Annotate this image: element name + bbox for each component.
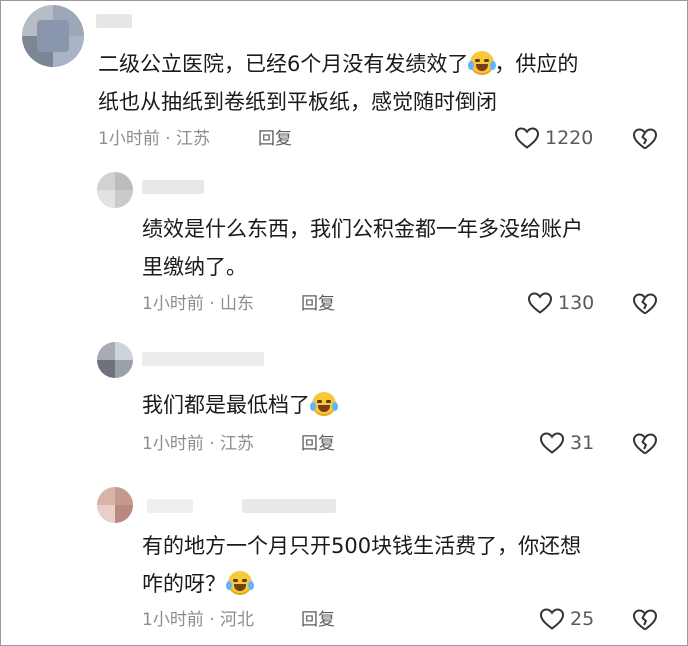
- meta-separator: ·: [203, 610, 221, 630]
- comment-text: 二级公立医院，已经6个月没有发绩效了 ，供应的 纸也从抽纸到卷纸到平板纸，感觉随时…: [98, 45, 578, 121]
- comment-text-line: 绩效是什么东西，我们公积金都一年多没给账户: [142, 217, 583, 241]
- heart-outline-icon: [539, 608, 565, 630]
- comment-time: 1小时前: [142, 610, 204, 630]
- comment-text-line: 二级公立医院，已经6个月没有发绩效了: [98, 52, 469, 76]
- comment-text-line: 里缴纳了。: [142, 255, 247, 279]
- meta-separator: ·: [203, 434, 221, 454]
- like-button[interactable]: 25: [539, 607, 594, 631]
- like-count: 130: [558, 292, 595, 314]
- avatar[interactable]: [97, 487, 133, 523]
- username-blurred[interactable]: [142, 180, 204, 194]
- like-count: 31: [570, 432, 595, 454]
- username-blurred[interactable]: [96, 14, 132, 28]
- crying-laughing-emoji-icon: [310, 392, 338, 416]
- broken-heart-icon[interactable]: [632, 127, 658, 151]
- comment-time: 1小时前: [142, 434, 204, 454]
- comment-location: 山东: [220, 294, 255, 314]
- comment-text-line: 有的地方一个月只开500块钱生活费了，你还想: [142, 534, 582, 558]
- reply-button[interactable]: 回复: [301, 432, 335, 456]
- heart-outline-icon: [527, 292, 553, 314]
- reply-button[interactable]: 回复: [301, 292, 335, 316]
- username-blurred[interactable]: [142, 352, 264, 366]
- comment-text-line: 纸也从抽纸到卷纸到平板纸，感觉随时倒闭: [98, 90, 497, 114]
- broken-heart-icon[interactable]: [632, 608, 658, 632]
- like-count: 1220: [545, 127, 594, 149]
- avatar[interactable]: [97, 172, 133, 208]
- crying-laughing-emoji-icon: [468, 51, 497, 75]
- comment-text: 绩效是什么东西，我们公积金都一年多没给账户 里缴纳了。: [142, 210, 583, 286]
- comment-text-line: 我们都是最低档了: [142, 393, 310, 417]
- like-button[interactable]: 1220: [514, 126, 593, 150]
- comment-location: 河北: [220, 610, 255, 630]
- avatar[interactable]: [97, 342, 133, 378]
- comment-time: 1小时前: [98, 129, 160, 149]
- like-count: 25: [570, 608, 595, 630]
- comment-text-line: 咋的呀？: [142, 572, 226, 596]
- reply-button[interactable]: 回复: [301, 608, 335, 632]
- avatar[interactable]: [22, 5, 84, 67]
- like-button[interactable]: 130: [527, 291, 594, 315]
- comment-location: 江苏: [220, 434, 255, 454]
- comment-location: 江苏: [176, 129, 211, 149]
- comment-meta: 1小时前 · 江苏: [142, 432, 254, 456]
- heart-outline-icon: [514, 127, 540, 149]
- comment-meta: 1小时前 · 山东: [142, 292, 254, 316]
- comment-text: 我们都是最低档了: [142, 386, 338, 424]
- like-button[interactable]: 31: [539, 431, 594, 455]
- broken-heart-icon[interactable]: [632, 432, 658, 456]
- crying-laughing-emoji-icon: [226, 571, 254, 595]
- comment-meta: 1小时前 · 江苏: [98, 127, 210, 151]
- meta-separator: ·: [159, 129, 177, 149]
- reply-button[interactable]: 回复: [258, 127, 292, 151]
- meta-separator: ·: [203, 294, 221, 314]
- heart-outline-icon: [539, 432, 565, 454]
- comment-text-line: ，供应的: [494, 52, 579, 76]
- comment-meta: 1小时前 · 河北: [142, 608, 254, 632]
- comment-time: 1小时前: [142, 294, 204, 314]
- username-blurred[interactable]: [147, 499, 193, 513]
- username-blurred[interactable]: [242, 499, 336, 513]
- broken-heart-icon[interactable]: [632, 292, 658, 316]
- comment-text: 有的地方一个月只开500块钱生活费了，你还想 咋的呀？: [142, 527, 581, 603]
